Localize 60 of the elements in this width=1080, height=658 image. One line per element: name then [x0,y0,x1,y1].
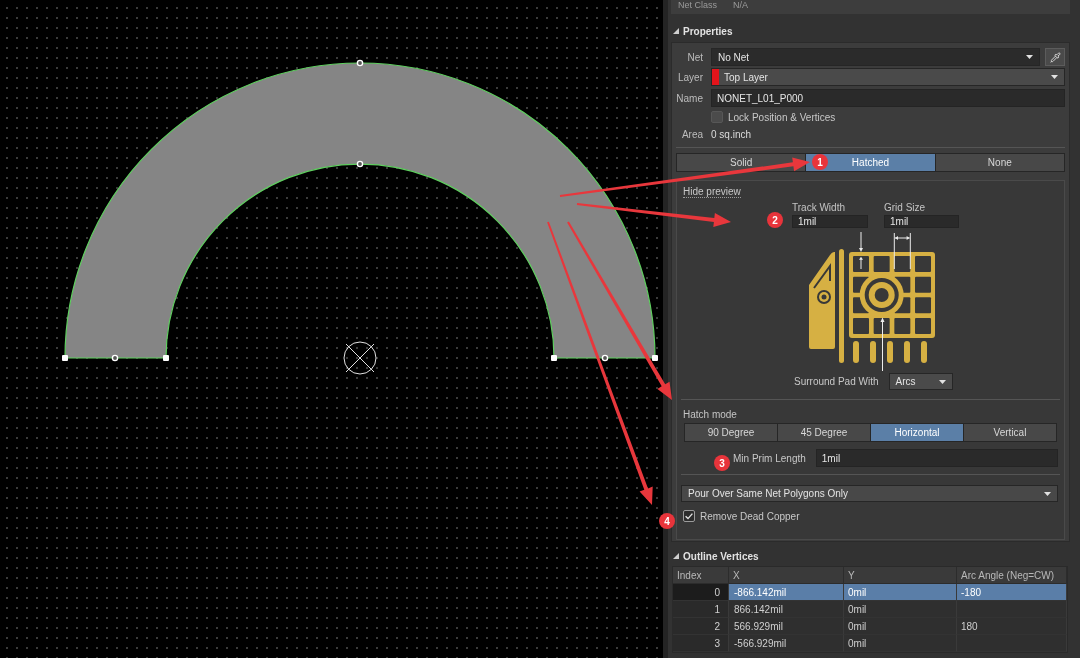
caret-icon [1044,491,1051,496]
field-label: Name [675,92,703,104]
name-input[interactable]: NONET_L01_P000 [711,89,1065,107]
field-label: Hatch mode [683,409,737,420]
caret-icon [1051,75,1058,79]
vertex-handle-icon[interactable] [652,355,658,361]
checkbox[interactable] [683,510,695,522]
field-label: Track Width [792,202,846,215]
midpoint-handle-icon[interactable] [601,354,609,362]
table-row[interactable]: 2 566.929mil 0mil 180 [673,618,1067,635]
pour-over-dropdown[interactable]: Pour Over Same Net Polygons Only [681,485,1058,502]
eyedropper-button[interactable] [1045,48,1065,66]
table-row[interactable]: 1 866.142mil 0mil [673,601,1067,618]
vertex-handle-icon[interactable] [551,355,557,361]
table-cell: 0 [673,584,729,601]
hatch-mode-tab[interactable]: Vertical [963,423,1057,442]
field-label: Surround Pad With [794,376,879,387]
hatch-mode-tab[interactable]: 90 Degree [684,423,778,442]
checkbox[interactable] [711,111,723,123]
hide-preview-link[interactable]: Hide preview [683,186,741,198]
table-row[interactable]: 3 -566.929mil 0mil [673,635,1067,652]
caret-icon [938,379,946,384]
field-label: Grid Size [884,202,927,215]
layer-dropdown[interactable]: Top Layer [711,68,1065,86]
field-label: Net [686,51,703,63]
eyedropper-icon [1049,51,1061,63]
hatch-mode-tab[interactable]: 45 Degree [777,423,871,442]
net-class-value: N/A [733,0,749,11]
vertex-handle-icon[interactable] [62,355,68,361]
caret-icon [1026,55,1033,59]
field-label: Area [680,128,703,140]
section-title: Outline Vertices [683,550,759,562]
midpoint-handle-icon[interactable] [356,59,364,67]
section-title: Properties [683,25,733,37]
checkbox-label: Lock Position & Vertices [728,111,836,123]
area-value: 0 sq.inch [711,128,752,140]
net-class-label: Net Class [678,0,717,11]
table-row[interactable]: 0 -866.142mil 0mil -180 [673,584,1067,601]
track-width-input[interactable]: 1mil [792,215,868,228]
section-caret-icon[interactable] [673,28,679,34]
midpoint-handle-icon[interactable] [356,160,364,168]
field-label: Min Prim Length [733,452,806,464]
hatch-mode-tab[interactable]: Horizontal [870,423,964,442]
min-prim-length-input[interactable]: 1mil [815,449,1058,467]
surround-pad-dropdown[interactable]: Arcs [888,373,953,390]
table-cell: 1 [673,601,729,618]
table-cell: -566.929mil [729,635,844,652]
origin-marker-icon [343,341,377,375]
vertex-handle-icon[interactable] [163,355,169,361]
midpoint-handle-icon[interactable] [111,354,119,362]
field-label: Layer [677,71,703,83]
table-cell: 3 [673,635,729,652]
checkbox-label: Remove Dead Copper [700,510,800,522]
table-cell: 0mil [844,635,957,652]
grid-size-input[interactable]: 1mil [884,215,959,228]
section-caret-icon[interactable] [673,553,679,559]
table-cell: 2 [673,618,729,635]
layer-color-icon [712,69,719,85]
fill-mode-tab[interactable]: None [934,153,1065,172]
net-dropdown[interactable]: No Net [711,48,1040,66]
